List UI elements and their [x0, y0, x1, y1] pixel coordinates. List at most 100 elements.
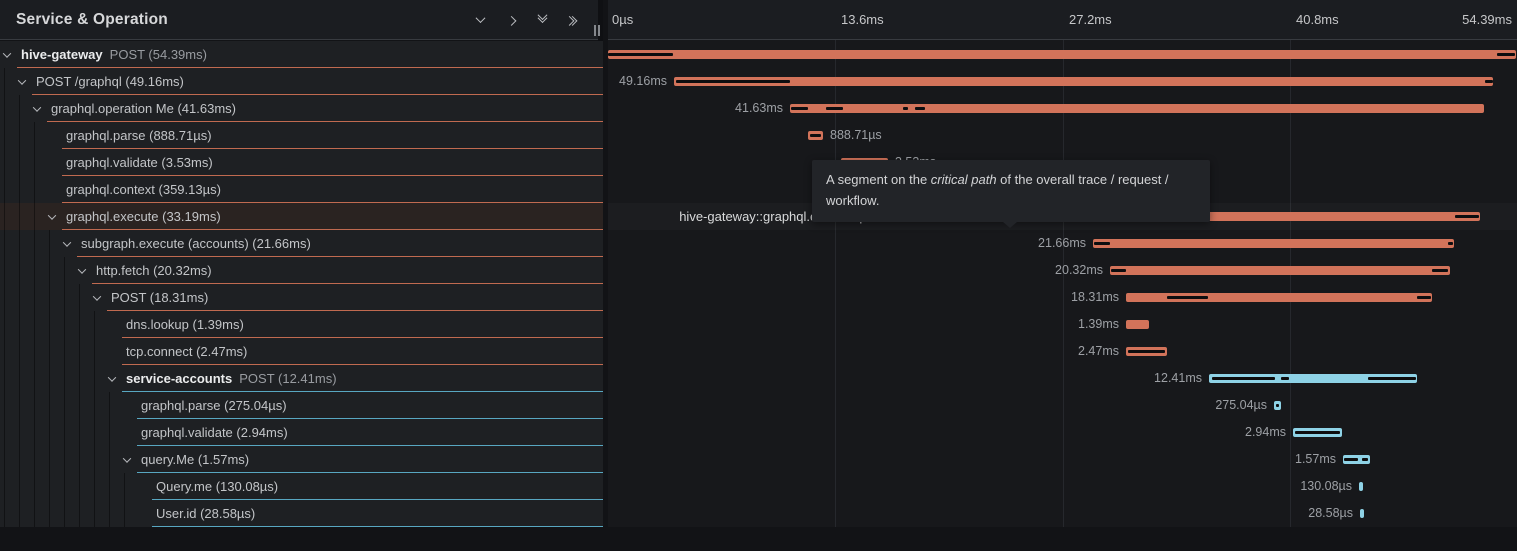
chevron-right-icon[interactable]	[504, 13, 518, 27]
span-row[interactable]: graphql.operation Me (41.63ms)	[0, 95, 603, 122]
span-row[interactable]: tcp.connect (2.47ms)	[0, 338, 603, 365]
duration-label: 130.08µs	[1300, 473, 1352, 500]
double-chevron-right-icon[interactable]	[566, 13, 580, 27]
collapse-chevron-icon[interactable]	[78, 265, 86, 273]
indent-guide	[49, 338, 64, 365]
indent-guide	[19, 257, 34, 284]
span-row[interactable]: graphql.parse (275.04µs)	[0, 392, 603, 419]
axis-tick-label: 40.8ms	[1296, 0, 1339, 40]
indent-guide	[49, 473, 64, 500]
span-row[interactable]: graphql.context (359.13µs)	[0, 176, 603, 203]
span-row[interactable]: User.id (28.58µs)	[0, 500, 603, 527]
critical-path-segment[interactable]	[791, 107, 808, 110]
critical-path-segment[interactable]	[1362, 458, 1368, 461]
span-bar[interactable]	[1093, 239, 1454, 248]
critical-path-segment[interactable]	[1094, 242, 1110, 245]
indent-guide	[94, 473, 109, 500]
critical-path-segment[interactable]	[810, 134, 821, 137]
critical-path-segment[interactable]	[1281, 377, 1289, 380]
critical-path-segment[interactable]	[1417, 296, 1431, 299]
double-chevron-down-icon[interactable]	[535, 13, 549, 27]
operation-label: subgraph.execute (accounts) (21.66ms)	[81, 236, 311, 251]
span-row[interactable]: graphql.execute (33.19ms)	[0, 203, 603, 230]
indent-guide	[64, 365, 79, 392]
critical-path-segment[interactable]	[1276, 404, 1279, 407]
indent-guide	[19, 311, 34, 338]
tooltip-caret	[1003, 222, 1017, 228]
operation-label: Query.me (130.08µs)	[156, 479, 278, 494]
critical-path-segment[interactable]	[1212, 377, 1275, 380]
critical-path-segment[interactable]	[608, 53, 673, 56]
critical-path-segment[interactable]	[915, 107, 925, 110]
span-row[interactable]: POST /graphql (49.16ms)	[0, 68, 603, 95]
operation-label: query.Me (1.57ms)	[141, 452, 249, 467]
critical-path-segment[interactable]	[1485, 80, 1493, 83]
indent-guide	[19, 446, 34, 473]
span-row[interactable]: subgraph.execute (accounts) (21.66ms)	[0, 230, 603, 257]
span-row[interactable]: POST (18.31ms)	[0, 284, 603, 311]
critical-path-segment[interactable]	[1497, 53, 1515, 56]
operation-label: graphql.validate (2.94ms)	[141, 425, 288, 440]
collapse-chevron-icon[interactable]	[18, 76, 26, 84]
span-bar[interactable]	[1359, 482, 1363, 491]
critical-path-segment[interactable]	[1111, 269, 1126, 272]
collapse-chevron-icon[interactable]	[123, 454, 131, 462]
critical-path-segment[interactable]	[676, 80, 790, 83]
critical-path-segment[interactable]	[1295, 431, 1340, 434]
collapse-chevron-icon[interactable]	[3, 49, 11, 57]
indent-guide	[4, 392, 19, 419]
span-row[interactable]: query.Me (1.57ms)	[0, 446, 603, 473]
span-row[interactable]: graphql.validate (3.53ms)	[0, 149, 603, 176]
span-row[interactable]: graphql.parse (888.71µs)	[0, 122, 603, 149]
critical-path-segment[interactable]	[826, 107, 843, 110]
critical-path-segment[interactable]	[1344, 458, 1358, 461]
span-bar[interactable]	[790, 104, 1484, 113]
duration-label: 2.94ms	[1245, 419, 1286, 446]
span-row[interactable]: graphql.validate (2.94ms)	[0, 419, 603, 446]
indent-guide	[34, 500, 49, 527]
indent-guide	[34, 284, 49, 311]
critical-path-segment[interactable]	[1167, 296, 1208, 299]
collapse-chevron-icon[interactable]	[63, 238, 71, 246]
indent-guide	[4, 473, 19, 500]
collapse-chevron-icon[interactable]	[93, 292, 101, 300]
indent-guide	[4, 149, 19, 176]
operation-label: POST /graphql (49.16ms)	[36, 74, 184, 89]
span-bar[interactable]	[674, 77, 1493, 86]
span-row[interactable]: service-accountsPOST (12.41ms)	[0, 365, 603, 392]
tree-controls	[473, 13, 588, 27]
service-name: service-accounts	[126, 371, 232, 386]
panel-resize-grip[interactable]	[594, 25, 604, 36]
indent-guide	[4, 176, 19, 203]
indent-guide	[19, 230, 34, 257]
indent-guide	[79, 419, 94, 446]
indent-guide	[64, 257, 79, 284]
tooltip-emphasis: critical path	[931, 172, 997, 187]
collapse-chevron-icon[interactable]	[33, 103, 41, 111]
collapse-chevron-icon[interactable]	[108, 373, 116, 381]
span-bar[interactable]	[1126, 320, 1149, 329]
span-row[interactable]: hive-gatewayPOST (54.39ms)	[0, 41, 603, 68]
critical-path-segment[interactable]	[1368, 377, 1416, 380]
chevron-down-icon[interactable]	[473, 13, 487, 27]
indent-guide	[4, 122, 19, 149]
span-row[interactable]: http.fetch (20.32ms)	[0, 257, 603, 284]
critical-path-segment[interactable]	[903, 107, 908, 110]
span-row[interactable]: dns.lookup (1.39ms)	[0, 311, 603, 338]
span-bar[interactable]	[608, 50, 1516, 59]
critical-path-segment[interactable]	[1432, 269, 1448, 272]
indent-guide	[19, 365, 34, 392]
collapse-chevron-icon[interactable]	[48, 211, 56, 219]
span-bar[interactable]	[1110, 266, 1450, 275]
indent-guide	[19, 419, 34, 446]
span-row[interactable]: Query.me (130.08µs)	[0, 473, 603, 500]
indent-guide	[34, 419, 49, 446]
indent-guide	[19, 473, 34, 500]
critical-path-segment[interactable]	[1128, 350, 1165, 353]
critical-path-segment[interactable]	[1448, 242, 1453, 245]
indent-guide	[4, 338, 19, 365]
span-bar[interactable]	[1360, 509, 1364, 518]
indent-guide	[19, 122, 34, 149]
indent-guide	[49, 446, 64, 473]
critical-path-segment[interactable]	[1455, 215, 1479, 218]
